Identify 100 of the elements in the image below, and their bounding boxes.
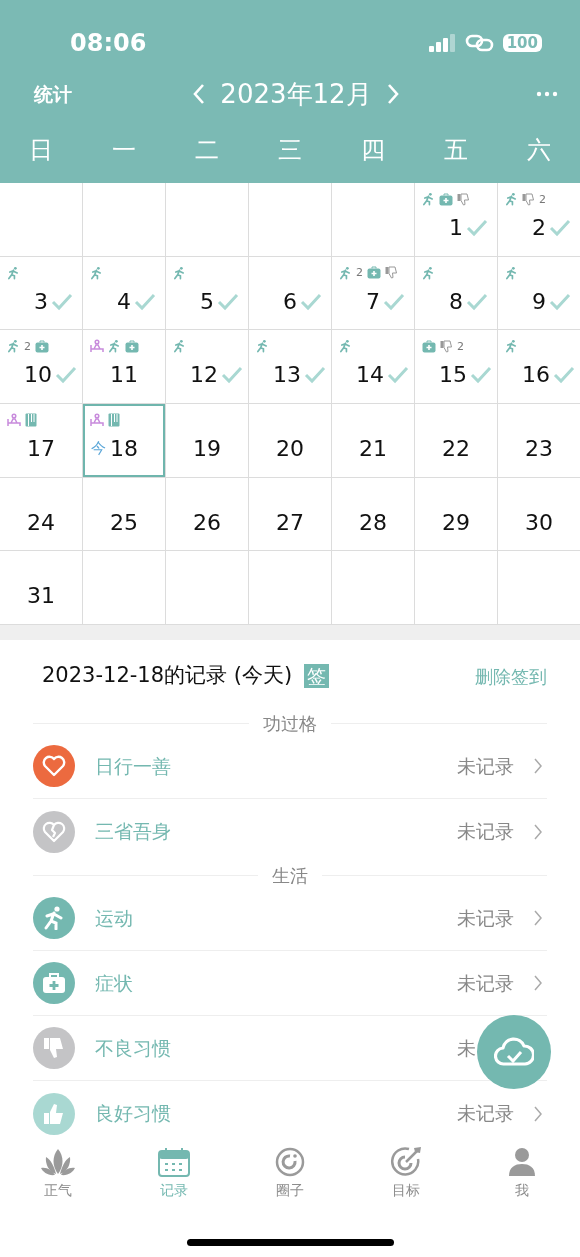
item-label: 良好习惯	[95, 1101, 171, 1127]
day-number: 27	[276, 508, 304, 537]
next-month-icon[interactable]	[385, 83, 400, 105]
link-icon	[464, 34, 495, 52]
calendar-day[interactable]: 24	[0, 477, 82, 551]
medical-kit-icon	[367, 266, 381, 280]
day-number: 1	[449, 214, 463, 242]
calendar-day[interactable]: 26	[166, 477, 248, 551]
runner-icon	[422, 265, 435, 280]
day-number: 24	[27, 508, 55, 537]
book-icon	[25, 413, 37, 428]
calendar-day[interactable]: 12	[166, 330, 248, 404]
day-number: 11	[110, 361, 138, 390]
runner-icon	[339, 339, 352, 354]
thumbs-down-icon	[440, 339, 453, 353]
weekday-label: 四	[360, 135, 385, 164]
person-icon[interactable]	[506, 1146, 538, 1178]
more-icon[interactable]	[536, 91, 558, 97]
section-title: 生活	[272, 863, 308, 888]
sitting-figure-icon	[90, 339, 104, 354]
calendar-day[interactable]: 17	[0, 404, 82, 477]
day-number: 14	[356, 361, 384, 390]
calendar-day[interactable]: 1	[415, 183, 497, 256]
tab-item[interactable]: 目标	[348, 1146, 464, 1216]
medical-kit-icon	[422, 339, 436, 353]
calendar-day[interactable]: 28	[332, 477, 414, 551]
signal-icon	[428, 34, 457, 52]
battery-indicator: 100	[502, 34, 542, 52]
calendar-day[interactable]: 29	[415, 477, 497, 551]
previous-month-icon[interactable]	[192, 83, 207, 105]
item-status: 未记录	[457, 970, 514, 996]
tab-item[interactable]: 圈子	[232, 1146, 348, 1216]
runner-icon	[90, 265, 103, 280]
day-number: 19	[193, 435, 221, 464]
item-label: 症状	[95, 970, 133, 996]
day-number: 18	[110, 435, 138, 464]
calendar-day[interactable]: 25	[83, 477, 165, 551]
thumbs-down-icon	[457, 192, 470, 206]
day-number: 4	[117, 287, 131, 316]
calendar-day[interactable]: 21	[332, 404, 414, 477]
day-number: 31	[27, 582, 55, 611]
runner-icon	[422, 192, 435, 206]
runner-icon	[256, 339, 269, 354]
day-number: 26	[193, 508, 221, 537]
target-icon[interactable]	[390, 1146, 422, 1178]
mark-count: 2	[356, 267, 363, 279]
day-number: 22	[442, 435, 470, 464]
item-label: 三省吾身	[95, 819, 171, 845]
calendar-day[interactable]: 9	[498, 256, 580, 330]
day-number: 15	[439, 361, 467, 390]
day-number: 6	[283, 287, 297, 316]
calendar-day[interactable]: 22	[415, 404, 497, 477]
day-number: 12	[190, 361, 218, 390]
runner-icon	[505, 192, 518, 206]
day-number: 29	[442, 508, 470, 537]
day-number: 9	[532, 287, 546, 316]
calendar-day[interactable]: 16	[498, 330, 580, 404]
calendar-icon[interactable]	[157, 1146, 191, 1178]
tab-item[interactable]: 我	[464, 1146, 580, 1216]
calendar-day[interactable]: 27	[249, 477, 331, 551]
day-number: 21	[359, 435, 387, 464]
calendar-day[interactable]: 8	[415, 256, 497, 330]
day-number: 16	[522, 361, 550, 390]
calendar-day[interactable]: 2 7	[332, 256, 414, 330]
calendar-day[interactable]: 23	[498, 404, 580, 477]
calendar-day[interactable]: 20	[249, 404, 331, 477]
item-status: 未记录	[457, 905, 514, 931]
thumbs-down-icon	[522, 192, 535, 206]
calendar-day[interactable]: 6	[249, 256, 331, 330]
calendar-day[interactable]: 13	[249, 330, 331, 404]
calendar-day[interactable]: 19	[166, 404, 248, 477]
day-number: 28	[359, 508, 387, 537]
calendar-day[interactable]: 今 18	[83, 404, 165, 477]
calendar-day[interactable]: 11	[83, 330, 165, 404]
calendar-day[interactable]: 2 2	[498, 183, 580, 256]
day-number: 30	[525, 508, 553, 537]
tab-item[interactable]: 正气	[0, 1146, 116, 1216]
calendar-day[interactable]: 30	[498, 477, 580, 551]
day-number: 8	[449, 287, 463, 316]
weekday-label: 日	[29, 135, 54, 164]
calendar-day[interactable]: 31	[0, 551, 82, 625]
ring-icon[interactable]	[274, 1146, 306, 1178]
runner-icon	[173, 265, 186, 280]
cloud-check-icon	[494, 1036, 534, 1068]
weekday-label: 二	[195, 135, 220, 164]
day-number: 23	[525, 435, 553, 464]
day-number: 2	[532, 214, 546, 242]
item-status: 未记录	[457, 753, 514, 779]
weekday-label: 三	[278, 135, 302, 164]
calendar-day[interactable]: 3	[0, 256, 82, 330]
medical-kit-icon	[35, 339, 49, 353]
day-number: 25	[110, 508, 138, 537]
day-number: 3	[34, 287, 48, 316]
calendar-day[interactable]: 5	[166, 256, 248, 330]
calendar-day[interactable]: 2 10	[0, 330, 82, 404]
mark-count: 2	[539, 193, 546, 205]
item-status: 未	[457, 1035, 476, 1061]
calendar-day[interactable]: 2 15	[415, 330, 497, 404]
calendar-day[interactable]: 4	[83, 256, 165, 330]
calendar-day[interactable]: 14	[332, 330, 414, 404]
